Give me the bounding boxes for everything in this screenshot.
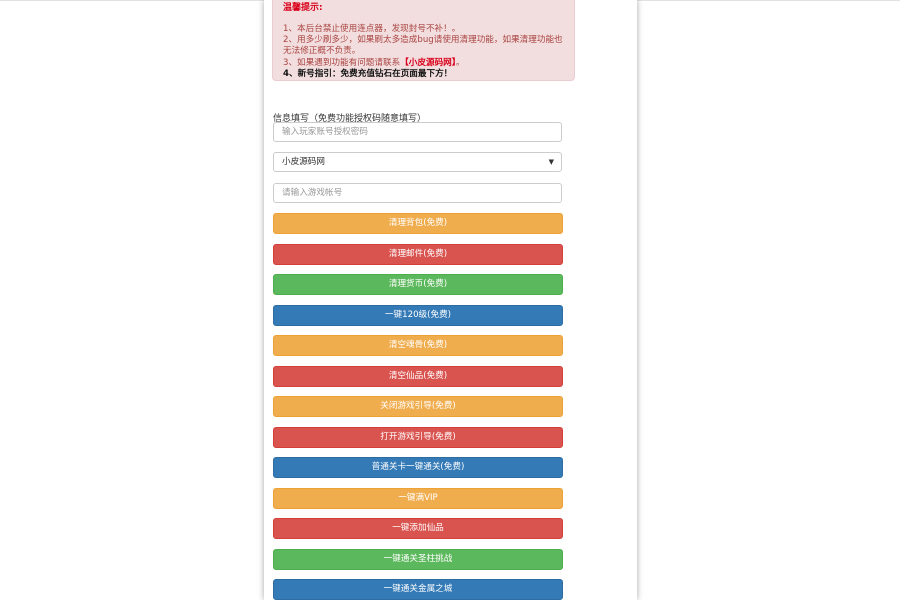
- caret-down-icon: ▼: [548, 158, 554, 166]
- metal-city-clear-button[interactable]: 一键通关金属之城: [273, 579, 563, 600]
- notice-line-2: 2、用多少刷多少，如果刷太多造成bug请使用清理功能，如果清理功能也无法修正概不…: [283, 35, 563, 57]
- clear-xianpin-button[interactable]: 清空仙品(免费): [273, 365, 563, 387]
- normal-stage-clear-button[interactable]: 普通关卡一键通关(免费): [273, 457, 563, 478]
- auth-password-input[interactable]: [273, 122, 562, 142]
- level-120-button[interactable]: 一键120级(免费): [273, 304, 563, 326]
- notice-line-4: 4、新号指引：免费充值钻石在页面最下方！: [283, 69, 453, 79]
- server-select[interactable]: 小皮源码网 ▼: [273, 152, 562, 172]
- server-select-value: 小皮源码网: [282, 157, 325, 167]
- contact-link[interactable]: 【小皮源码网】: [400, 58, 456, 68]
- open-guide-button[interactable]: 打开游戏引导(免费): [273, 426, 563, 448]
- clear-currency-button[interactable]: 清理货币(免费): [273, 274, 563, 295]
- notice-line-3-suffix: 。: [456, 58, 465, 68]
- close-guide-button[interactable]: 关闭游戏引导(免费): [273, 396, 563, 417]
- clear-soul-bone-button[interactable]: 清空魂骨(免费): [273, 335, 563, 356]
- notice-line-1: 1、本后台禁止使用连点器，发现封号不补！。: [283, 24, 461, 34]
- game-account-input[interactable]: [273, 183, 562, 203]
- max-vip-button[interactable]: 一键满VIP: [273, 487, 563, 509]
- add-xianpin-button[interactable]: 一键添加仙品: [273, 518, 563, 539]
- main-panel: 温馨提示: 1、本后台禁止使用连点器，发现封号不补！。 2、用多少刷多少，如果刷…: [264, 0, 637, 600]
- clear-bag-button[interactable]: 清理背包(免费): [273, 213, 563, 234]
- notice-title: 温馨提示:: [283, 3, 323, 13]
- pillar-challenge-clear-button[interactable]: 一键通关圣柱挑战: [273, 548, 563, 570]
- clear-mail-button[interactable]: 清理邮件(免费): [273, 243, 563, 265]
- notice-line-3-prefix: 3、如果遇到功能有问题请联系: [283, 58, 401, 68]
- notice-line-3: 3、如果遇到功能有问题请联系【小皮源码网】。: [283, 58, 465, 69]
- notice-box: 温馨提示: 1、本后台禁止使用连点器，发现封号不补！。 2、用多少刷多少，如果刷…: [272, 0, 575, 81]
